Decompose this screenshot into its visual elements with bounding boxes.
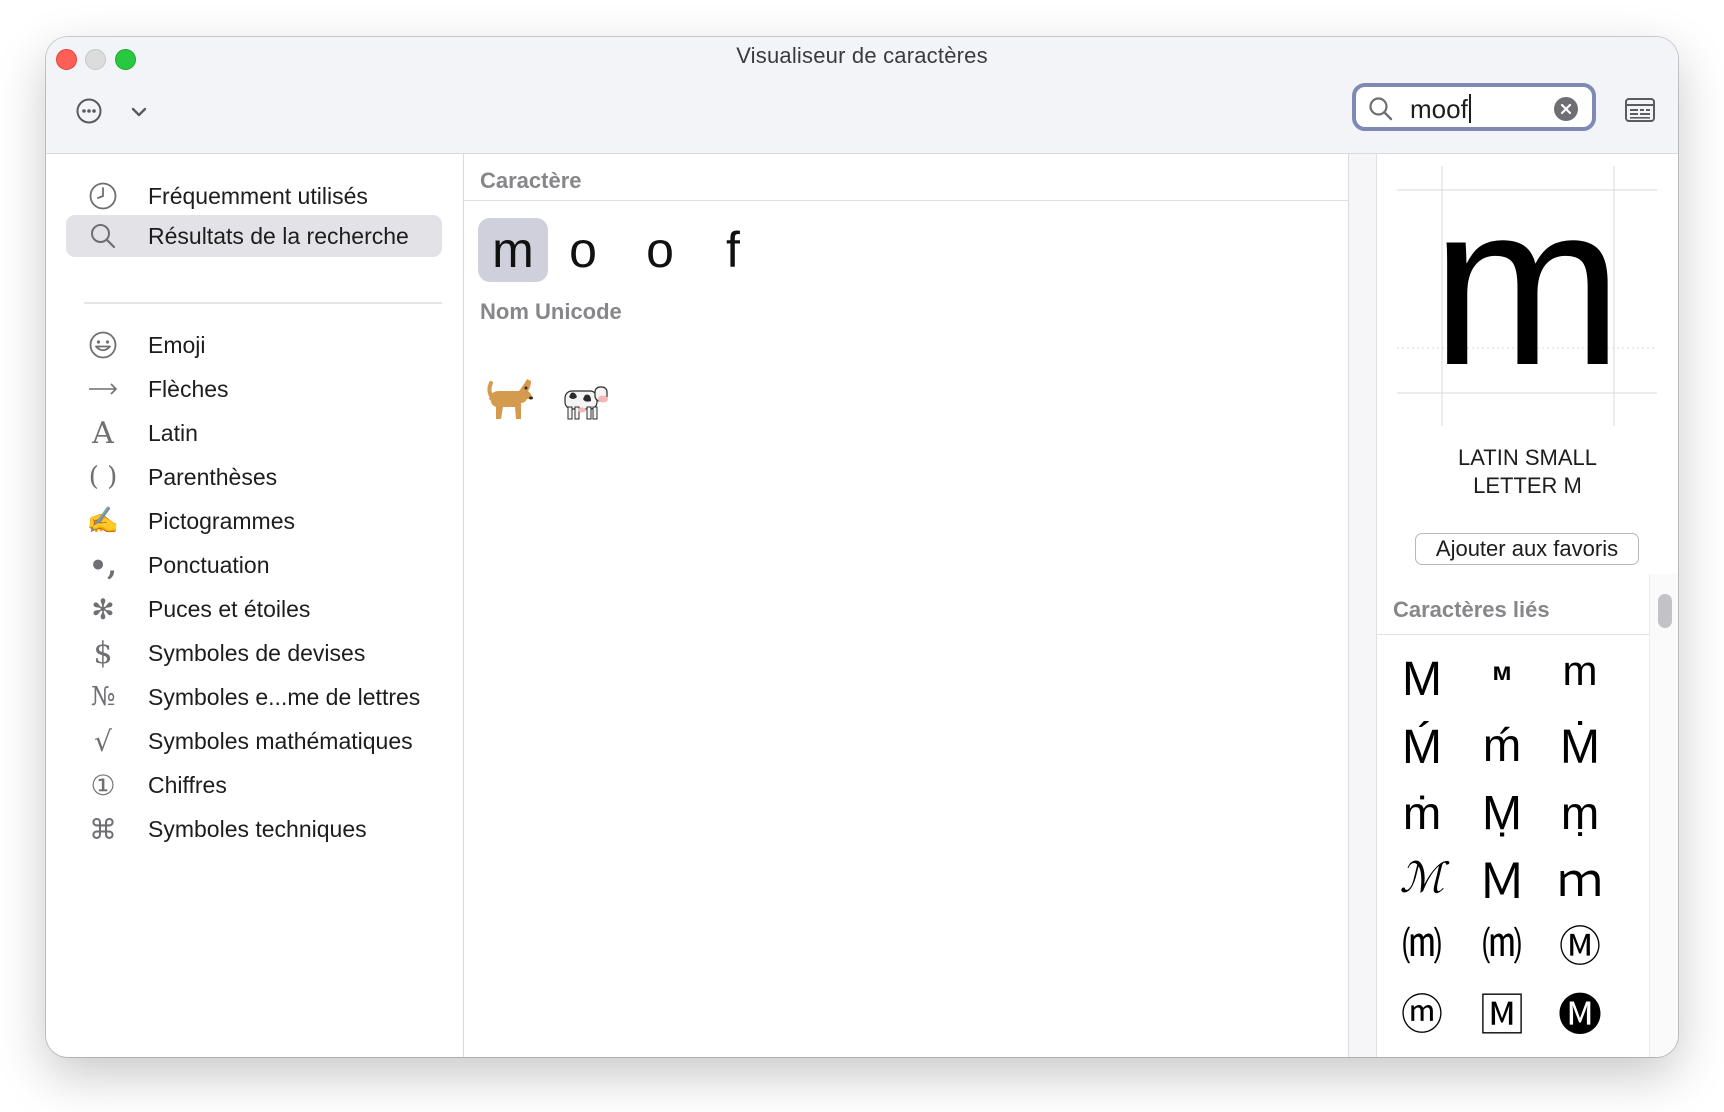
character-inspector: m LATIN SMALL LETTER M Ajouter aux favor… xyxy=(1377,154,1678,1057)
circled-one-icon: ① xyxy=(90,768,116,802)
related-character[interactable]: ⓜ xyxy=(1379,976,1465,1046)
asterisk-icon: ✻ xyxy=(91,592,115,626)
sidebar-item-brackets[interactable]: ( ) Parenthèses xyxy=(66,456,442,498)
sidebar-item-technical[interactable]: ⌘ Symboles techniques xyxy=(66,808,442,850)
unicode-character-name: LATIN SMALL LETTER M xyxy=(1458,445,1597,498)
magnifier-icon xyxy=(1369,97,1393,121)
related-characters-grid: M ᴍ m Ḿ ḿ Ṁ ṁ Ṃ ṃ ℳ Ｍ ｍ ⒨ ⒨ Ⓜ ⓜ 🄼 🅜 xyxy=(1377,640,1649,1057)
sidebar-item-label: Symboles techniques xyxy=(148,815,367,842)
unicode-name-section-header: Nom Unicode xyxy=(480,299,622,324)
clear-search-button[interactable] xyxy=(1554,97,1578,121)
window-title: Visualiseur de caractères xyxy=(736,43,988,68)
sidebar-item-label: Ponctuation xyxy=(148,551,270,578)
sidebar-item-arrows[interactable]: Flèches xyxy=(66,368,442,410)
category-sidebar: Fréquemment utilisés Résultats de la rec… xyxy=(46,154,464,1057)
parentheses-icon: ( ) xyxy=(88,462,118,492)
related-character[interactable]: ⒨ xyxy=(1379,908,1465,978)
dollar-icon: $ xyxy=(93,635,113,671)
character-cell[interactable]: o xyxy=(625,218,695,282)
related-character[interactable]: Ṁ xyxy=(1537,712,1623,782)
numero-icon: № xyxy=(90,682,116,712)
related-characters-header: Caractères liés xyxy=(1393,597,1550,622)
sidebar-item-label: Puces et étoiles xyxy=(148,595,311,622)
ellipsis-circle-icon xyxy=(76,98,102,124)
glyph-preview: m xyxy=(1397,166,1657,426)
text-caret xyxy=(1468,94,1471,123)
command-icon: ⌘ xyxy=(89,812,117,846)
sidebar-item-label: Symboles mathématiques xyxy=(148,727,413,754)
search-field[interactable]: moof xyxy=(1352,83,1596,131)
related-character[interactable]: Ｍ xyxy=(1459,842,1545,912)
selected-glyph: m xyxy=(1431,156,1623,413)
character-section-header: Caractère xyxy=(480,168,582,193)
sidebar-item-currency[interactable]: $ Symboles de devises xyxy=(66,632,442,674)
scrollbar-thumb[interactable] xyxy=(1658,594,1672,628)
related-character[interactable]: 🅜 xyxy=(1537,976,1623,1046)
related-character[interactable]: ｍ xyxy=(1537,842,1623,912)
character-cell[interactable]: f xyxy=(698,218,768,282)
related-character[interactable]: ṃ xyxy=(1537,778,1623,848)
sidebar-item-emoji[interactable]: Emoji xyxy=(66,324,442,366)
sidebar-item-label: Symboles e...me de lettres xyxy=(148,683,421,710)
sidebar-item-label: Pictogrammes xyxy=(148,507,295,534)
dog-emoji-icon[interactable] xyxy=(478,366,542,430)
sidebar-item-label: Résultats de la recherche xyxy=(148,222,409,249)
sidebar-item-letterlike[interactable]: № Symboles e...me de lettres xyxy=(66,676,442,718)
sidebar-item-frequently-used[interactable]: Fréquemment utilisés xyxy=(66,175,442,217)
sidebar-item-label: Chiffres xyxy=(148,771,227,798)
action-menu-button[interactable] xyxy=(74,96,104,126)
sidebar-item-label: Fréquemment utilisés xyxy=(148,182,368,209)
section-divider xyxy=(464,200,1348,201)
panel-splitter[interactable] xyxy=(1349,154,1377,1057)
related-character[interactable]: Ṃ xyxy=(1459,778,1545,848)
action-menu-dropdown[interactable] xyxy=(126,99,152,125)
magnifier-icon xyxy=(86,219,120,253)
search-input[interactable]: moof xyxy=(1410,94,1471,125)
square-root-icon: √ xyxy=(94,724,112,758)
sidebar-item-bullets-stars[interactable]: ✻ Puces et étoiles xyxy=(66,588,442,630)
related-character[interactable]: Ḿ xyxy=(1379,712,1465,782)
sidebar-item-punctuation[interactable]: •, Ponctuation xyxy=(66,544,442,586)
cow-emoji-icon[interactable] xyxy=(552,366,616,430)
sidebar-item-pictographs[interactable]: ✍ Pictogrammes xyxy=(66,500,442,542)
sidebar-item-digits[interactable]: ① Chiffres xyxy=(66,764,442,806)
keyboard-viewer-button[interactable] xyxy=(1624,96,1656,129)
keyboard-viewer-icon xyxy=(1625,98,1655,122)
related-character[interactable]: ℳ xyxy=(1379,842,1465,912)
sidebar-item-search-results[interactable]: Résultats de la recherche xyxy=(66,215,442,257)
arrow-icon xyxy=(86,372,120,406)
writing-hand-icon: ✍ xyxy=(86,506,120,536)
related-character[interactable]: ᴍ xyxy=(1459,640,1545,706)
chevron-down-icon xyxy=(131,107,147,117)
section-divider xyxy=(1377,634,1649,635)
sidebar-item-math[interactable]: √ Symboles mathématiques xyxy=(66,720,442,762)
clock-icon xyxy=(86,179,120,213)
punctuation-icon: •, xyxy=(89,548,117,582)
related-character[interactable]: ṁ xyxy=(1379,778,1465,848)
latin-a-icon: A xyxy=(92,415,114,451)
title-bar: Visualiseur de caractères moof xyxy=(46,37,1678,154)
sidebar-separator xyxy=(84,302,442,304)
related-character[interactable]: Ⓜ xyxy=(1537,908,1623,978)
sidebar-item-label: Emoji xyxy=(148,331,206,358)
related-character[interactable]: ḿ xyxy=(1459,710,1545,780)
sidebar-item-label: Flèches xyxy=(148,375,229,402)
character-cell-selected[interactable]: m xyxy=(478,218,548,282)
sidebar-item-label: Symboles de devises xyxy=(148,639,366,666)
sidebar-item-latin[interactable]: A Latin xyxy=(66,412,442,454)
related-character[interactable]: M xyxy=(1379,644,1465,714)
search-results-panel: Caractère m o o f Nom Unicode xyxy=(464,154,1349,1057)
character-cell[interactable]: o xyxy=(548,218,618,282)
sidebar-item-label: Latin xyxy=(148,419,198,446)
character-viewer-window: Visualiseur de caractères moof Fréquemme… xyxy=(46,37,1678,1057)
add-to-favorites-button[interactable]: Ajouter aux favoris xyxy=(1415,533,1639,565)
related-character[interactable]: ⒨ xyxy=(1459,908,1545,978)
sidebar-item-label: Parenthèses xyxy=(148,463,278,490)
related-character[interactable]: m xyxy=(1537,640,1623,706)
related-scrollbar[interactable] xyxy=(1649,574,1678,1057)
related-character[interactable]: 🄼 xyxy=(1459,976,1545,1046)
clear-circle-icon xyxy=(1560,103,1572,115)
smiley-icon xyxy=(86,328,120,362)
